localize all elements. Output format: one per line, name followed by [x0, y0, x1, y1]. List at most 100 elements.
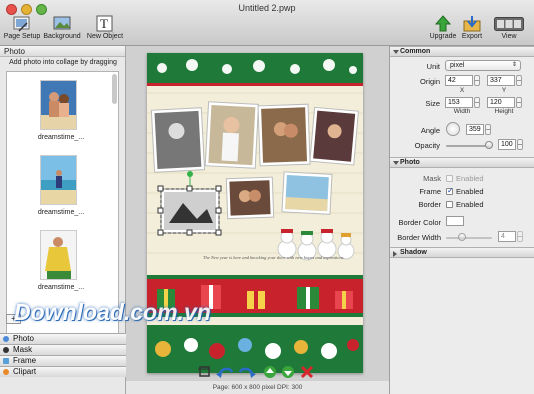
new-object-label: New Object [86, 33, 124, 40]
photo-filename: dreamstime_... [37, 284, 85, 291]
height-caption: Height [494, 108, 514, 115]
accordion-frame[interactable]: Frame [0, 355, 126, 366]
export-label: Export [461, 33, 483, 40]
canvas-area[interactable]: The New year is here and knocking your d… [14, 46, 389, 381]
mask-enabled-label: Enabled [456, 174, 484, 183]
upgrade-button[interactable]: Upgrade [428, 15, 458, 40]
common-header-label: Common [400, 48, 431, 55]
angle-stepper[interactable] [485, 124, 491, 135]
redo-icon[interactable] [238, 367, 256, 378]
app-window: Untitled 2.pwp Page Setup Background T N… [0, 0, 534, 394]
photo-thumbnail[interactable] [40, 230, 77, 280]
status-bar: Page: 600 x 800 pixel DPI: 300 [212, 384, 303, 391]
photo-browser-panel: Photo Add photo into collage by dragging… [0, 46, 126, 394]
photo-header-label: Photo [400, 159, 420, 166]
height-field[interactable] [487, 97, 515, 108]
unit-select[interactable]: pixel ⇕ [445, 60, 521, 71]
unit-label: Unit [426, 62, 440, 71]
disclosure-down-icon [393, 161, 399, 165]
origin-y-field[interactable] [487, 75, 515, 86]
border-color-label: Border Color [398, 218, 441, 227]
background-icon [53, 15, 71, 32]
disclosure-right-icon [393, 251, 397, 257]
origin-y-caption: Y [501, 87, 507, 94]
mask-enabled-checkbox[interactable] [446, 175, 453, 182]
shadow-section-header[interactable]: Shadow [390, 247, 534, 258]
accordion-mask-label: Mask [13, 345, 33, 354]
origin-x-field[interactable] [445, 75, 473, 86]
border-enabled-checkbox[interactable] [446, 201, 453, 208]
width-stepper[interactable] [474, 97, 480, 108]
frame-label: Frame [419, 187, 441, 196]
photo-thumbnail[interactable] [40, 80, 77, 130]
new-object-button[interactable]: T New Object [84, 15, 126, 40]
page-setup-icon [13, 15, 31, 32]
opacity-label: Opacity [414, 141, 440, 150]
view-label: View [501, 33, 517, 40]
photo-thumbnail[interactable] [40, 155, 77, 205]
mask-label: Mask [423, 174, 441, 183]
view-icon [494, 17, 524, 31]
origin-y-stepper[interactable] [516, 75, 522, 86]
angle-label: Angle [420, 126, 440, 135]
disclosure-down-icon [393, 50, 399, 54]
origin-label: Origin [419, 77, 440, 86]
export-button[interactable]: Export [458, 15, 486, 40]
view-button[interactable]: View [490, 15, 528, 40]
photo-filename: dreamstime_... [37, 134, 85, 141]
photo-panel-header: Photo [0, 46, 125, 57]
mask-category-icon [3, 347, 9, 353]
watermark-logo: Download.com.vn [14, 299, 211, 325]
width-field[interactable] [445, 97, 473, 108]
opacity-stepper[interactable] [517, 139, 523, 150]
upgrade-arrow-icon [434, 15, 452, 32]
background-button[interactable]: Background [42, 15, 82, 40]
frame-enabled-label: Enabled [456, 187, 484, 196]
frame-category-icon [3, 358, 9, 364]
inspector-panel: Common Unit pixel ⇕ Origin X Y Size Widt… [389, 46, 534, 394]
common-section-header[interactable]: Common [390, 46, 534, 57]
canvas-greeting-text: The New year is here and knocking your d… [203, 255, 344, 260]
opacity-slider-knob[interactable] [485, 141, 493, 149]
width-caption: Width [453, 108, 471, 115]
page-setup-button[interactable]: Page Setup [3, 15, 41, 40]
delete-icon[interactable] [300, 365, 314, 379]
accordion-photo[interactable]: Photo [0, 333, 126, 344]
undo-icon[interactable] [216, 367, 234, 378]
export-icon [463, 15, 481, 32]
angle-dial[interactable] [446, 122, 460, 136]
drag-hint: Add photo into collage by dragging [9, 59, 117, 66]
page-setup-label: Page Setup [3, 33, 41, 40]
angle-field[interactable] [466, 124, 484, 135]
unit-select-value: pixel [450, 62, 465, 69]
bring-forward-icon[interactable] [264, 366, 276, 378]
frame-enabled-checkbox[interactable] [446, 186, 454, 195]
crop-icon[interactable] [198, 366, 210, 377]
height-stepper[interactable] [516, 97, 522, 108]
photo-list-scrollbar[interactable] [112, 74, 117, 104]
accordion-photo-label: Photo [13, 334, 34, 343]
photo-filename: dreamstime_... [37, 209, 85, 216]
background-label: Background [43, 33, 81, 40]
accordion-frame-label: Frame [13, 356, 37, 365]
border-width-slider[interactable] [446, 237, 492, 239]
svg-text:T: T [100, 16, 108, 31]
accordion-mask[interactable]: Mask [0, 344, 126, 355]
size-label: Size [425, 99, 440, 108]
border-width-label: Border Width [397, 233, 441, 242]
border-width-field[interactable] [498, 231, 516, 242]
opacity-field[interactable] [498, 139, 516, 150]
title-toolbar: Untitled 2.pwp Page Setup Background T N… [0, 0, 534, 46]
border-width-slider-knob[interactable] [458, 233, 466, 241]
border-width-stepper[interactable] [517, 231, 523, 242]
accordion-clipart[interactable]: Clipart [0, 366, 126, 377]
shadow-header-label: Shadow [400, 249, 427, 256]
origin-x-caption: X [459, 87, 465, 94]
origin-x-stepper[interactable] [474, 75, 480, 86]
photo-category-icon [3, 336, 9, 342]
photo-section-header[interactable]: Photo [390, 157, 534, 168]
border-label: Border [418, 200, 441, 209]
text-object-icon: T [96, 15, 114, 32]
border-color-well[interactable] [446, 216, 464, 226]
upgrade-label: Upgrade [429, 33, 457, 40]
